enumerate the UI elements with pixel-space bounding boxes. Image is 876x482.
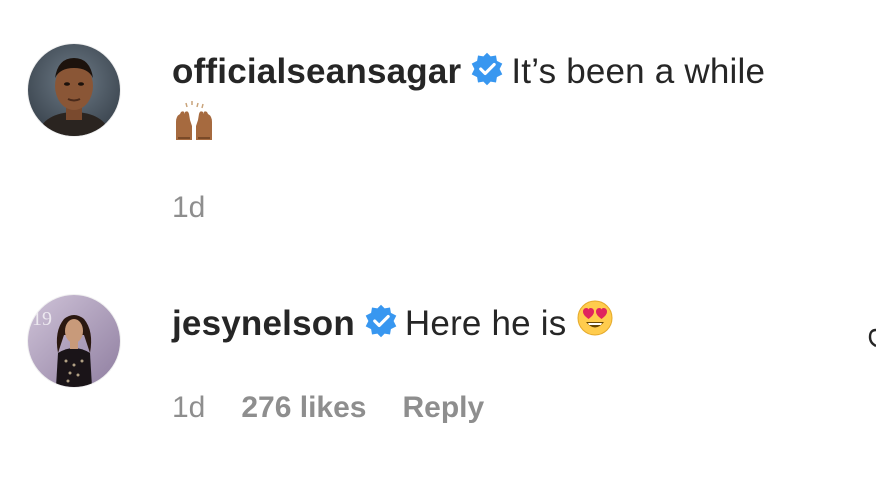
comment-body: jesynelson Here he is xyxy=(172,296,862,354)
verified-badge-icon xyxy=(469,51,505,87)
comment-meta: 1d 276 likes Reply xyxy=(172,391,484,425)
likes-count-link[interactable]: 276 likes xyxy=(241,391,366,424)
comment-timestamp[interactable]: 1d xyxy=(172,391,205,424)
heart-eyes-emoji xyxy=(576,298,614,354)
username-link[interactable]: officialseansagar xyxy=(172,52,461,91)
avatar-jesynelson[interactable]: 19 xyxy=(28,295,120,387)
comment-text: Here he is xyxy=(404,304,567,343)
svg-text:19: 19 xyxy=(32,308,52,330)
profile-photo: 19 xyxy=(28,295,120,387)
comment-meta: 1d xyxy=(172,191,241,225)
avatar-officialseansagar[interactable] xyxy=(28,44,120,136)
comment-timestamp[interactable]: 1d xyxy=(172,191,205,224)
comment-body: officialseansagar It’s been a while xyxy=(172,44,862,161)
comment-text: It’s been a while xyxy=(511,52,766,91)
reply-button[interactable]: Reply xyxy=(403,391,485,424)
raising-hands-emoji xyxy=(172,100,216,161)
like-heart-icon[interactable] xyxy=(868,326,876,348)
username-link[interactable]: jesynelson xyxy=(172,304,355,343)
verified-badge-icon xyxy=(363,303,399,339)
profile-photo xyxy=(28,44,120,136)
